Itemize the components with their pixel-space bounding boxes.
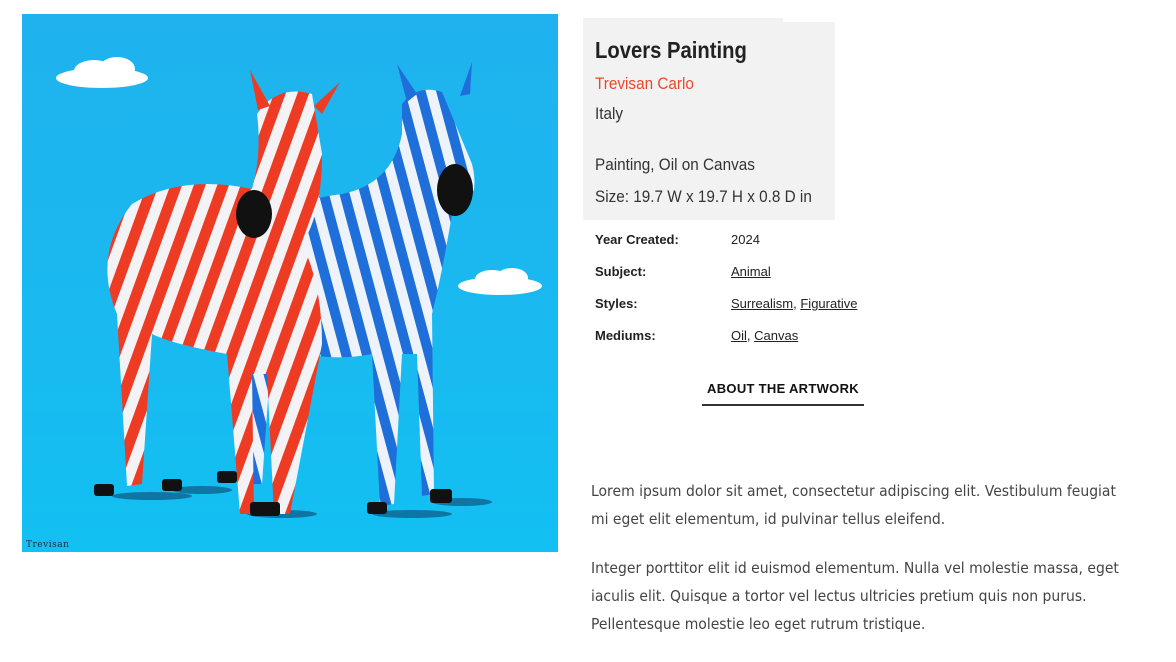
description-line: iaculis elit. Quisque a tortor vel lectu… [591,587,1087,605]
description-line: mi eget elit elementum, id pulvinar tell… [591,510,946,528]
description-paragraph-2: Integer porttitor elit id euismod elemen… [591,554,1119,638]
detail-link[interactable]: Surrealism [731,296,793,311]
description-paragraph-1: Lorem ipsum dolor sit amet, consectetur … [591,477,1116,533]
detail-link[interactable]: Animal [731,264,771,279]
detail-label: Mediums: [595,328,656,343]
tab-about-the-artwork[interactable]: ABOUT THE ARTWORK [702,379,864,406]
detail-label: Year Created: [595,232,679,247]
detail-link[interactable]: Figurative [800,296,857,311]
detail-values: Surrealism, Figurative [731,296,858,311]
detail-label: Styles: [595,296,638,311]
artist-link[interactable]: Trevisan Carlo [595,74,694,94]
artwork-image[interactable]: Trevisan [22,14,558,552]
detail-values: Animal [731,264,771,279]
detail-link[interactable]: Canvas [754,328,798,343]
detail-values: Oil, Canvas [731,328,799,343]
cloud-right [458,268,542,295]
description-line: Pellentesque molestie leo eget rutrum tr… [591,615,926,633]
artwork-info-card: Lovers Painting Trevisan Carlo Italy Pai… [583,18,835,220]
detail-link[interactable]: Oil [731,328,747,343]
description-line: Lorem ipsum dolor sit amet, consectetur … [591,482,1116,500]
red-zebra [107,70,340,514]
artwork-medium: Painting, Oil on Canvas [595,155,755,174]
artwork-title: Lovers Painting [595,37,747,63]
detail-label: Subject: [595,264,647,279]
description-line: Integer porttitor elit id euismod elemen… [591,559,1119,577]
artist-signature: Trevisan [26,540,70,550]
zebra-painting [56,57,542,518]
artwork-size: Size: 19.7 W x 19.7 H x 0.8 D in [595,187,812,206]
detail-value: 2024 [731,232,760,247]
cloud-left [56,57,148,88]
artist-country: Italy [595,104,624,123]
detail-values: 2024 [731,232,760,247]
